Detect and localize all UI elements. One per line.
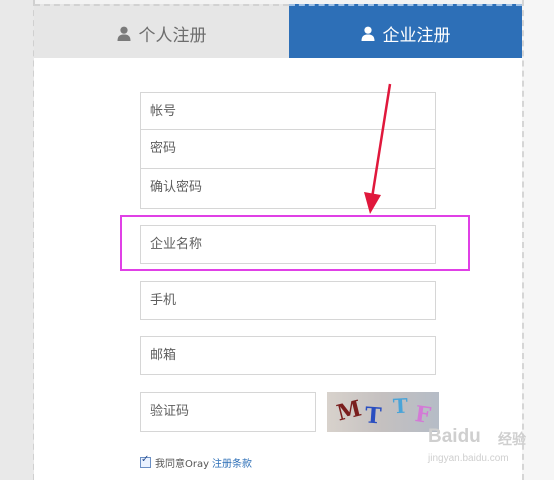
tab-company-label: 企业注册 xyxy=(382,25,451,46)
terms-link[interactable]: 注册条款 xyxy=(212,455,252,470)
left-background-stripe xyxy=(0,0,35,480)
captcha-char: T xyxy=(392,393,409,419)
tab-personal-label: 个人注册 xyxy=(138,25,207,46)
captcha-char: M xyxy=(334,395,365,427)
right-background-stripe xyxy=(522,0,554,480)
agree-terms: 我同意Oray 注册条款 xyxy=(140,454,252,470)
phone-input[interactable]: 手机 xyxy=(140,281,436,320)
account-placeholder: 帐号 xyxy=(150,104,177,119)
company-name-highlight-box xyxy=(120,215,470,271)
captcha-placeholder: 验证码 xyxy=(150,404,190,419)
annotation-arrow-icon xyxy=(364,83,392,214)
agree-text: 我同意Oray xyxy=(155,458,210,470)
tab-company-registration[interactable]: 企业注册 xyxy=(289,4,522,67)
agree-checkbox[interactable] xyxy=(140,454,151,468)
phone-placeholder: 手机 xyxy=(150,293,177,308)
captcha-input[interactable]: 验证码 xyxy=(140,392,316,432)
tab-personal-registration[interactable]: 个人注册 xyxy=(34,4,289,60)
watermark-brand-cn: 经验 xyxy=(498,432,526,448)
email-input[interactable]: 邮箱 xyxy=(140,336,436,375)
watermark-brand: Baidu xyxy=(428,426,481,447)
confirm-password-placeholder: 确认密码 xyxy=(150,180,203,195)
captcha-char: T xyxy=(364,402,383,430)
email-placeholder: 邮箱 xyxy=(150,348,177,363)
baidu-watermark: Baidu 经验 jingyan.baidu.com xyxy=(418,426,550,478)
watermark-url: jingyan.baidu.com xyxy=(428,453,509,464)
captcha-char: F xyxy=(413,401,433,429)
user-icon xyxy=(117,26,131,41)
user-icon xyxy=(361,26,375,41)
password-placeholder: 密码 xyxy=(150,141,177,156)
